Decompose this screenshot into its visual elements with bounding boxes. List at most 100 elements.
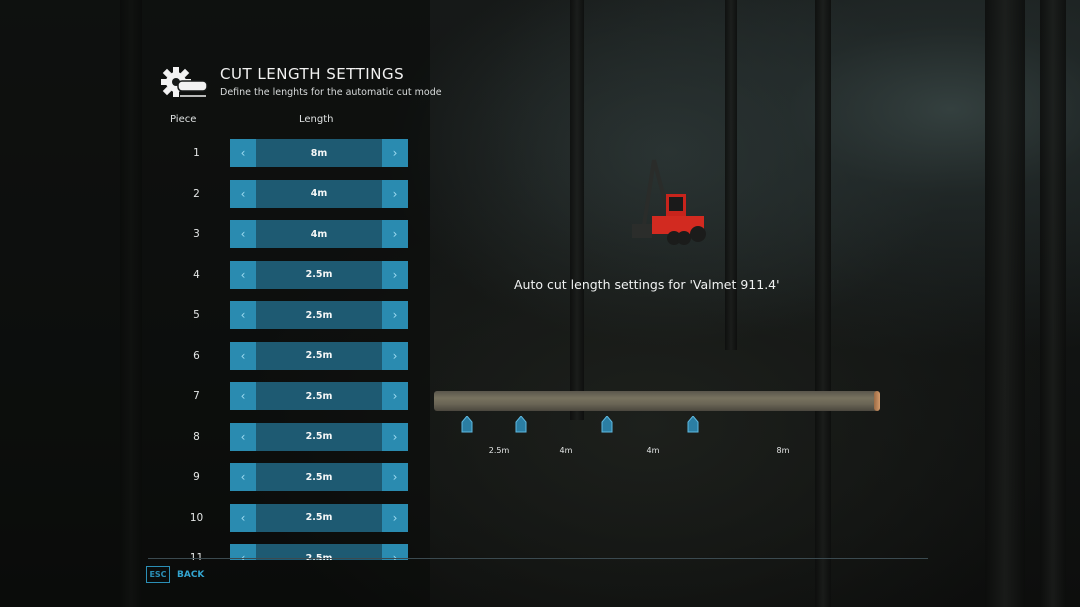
chevron-right-icon: › xyxy=(392,389,398,403)
decrease-length-button[interactable]: ‹ xyxy=(230,220,256,248)
chevron-left-icon: ‹ xyxy=(240,348,246,363)
increase-length-button[interactable]: › xyxy=(382,260,408,289)
piece-row: 8 ‹ 2.5m › xyxy=(160,422,410,451)
piece-number: 7 xyxy=(193,390,200,402)
increase-length-button[interactable]: › xyxy=(382,422,408,451)
chevron-left-icon: ‹ xyxy=(240,227,246,241)
decrease-length-button[interactable]: ‹ xyxy=(230,463,256,491)
page-header: CUT LENGTH SETTINGS Define the lenghts f… xyxy=(160,64,442,104)
gear-log-icon xyxy=(161,67,208,97)
length-value: 2.5m xyxy=(256,260,382,289)
piece-row: 4 ‹ 2.5m › xyxy=(160,260,410,289)
length-stepper[interactable]: ‹ 2.5m › xyxy=(230,382,408,410)
back-button[interactable]: BACK xyxy=(177,570,204,580)
piece-number: 1 xyxy=(193,147,200,159)
piece-row: 7 ‹ 2.5m › xyxy=(160,382,410,410)
increase-length-button[interactable]: › xyxy=(382,463,408,491)
length-stepper[interactable]: ‹ 2.5m › xyxy=(230,301,408,329)
piece-row: 6 ‹ 2.5m › xyxy=(160,341,410,370)
decrease-length-button[interactable]: ‹ xyxy=(230,260,256,289)
segment-length-label: 2.5m xyxy=(488,446,510,455)
chevron-left-icon: ‹ xyxy=(240,308,246,322)
chevron-left-icon: ‹ xyxy=(240,429,246,444)
decrease-length-button[interactable]: ‹ xyxy=(230,341,256,370)
chevron-right-icon: › xyxy=(392,470,398,484)
increase-length-button[interactable]: › xyxy=(382,503,408,532)
piece-row: 5 ‹ 2.5m › xyxy=(160,301,410,329)
piece-number: 6 xyxy=(193,349,200,362)
piece-number: 4 xyxy=(193,268,200,281)
piece-row: 9 ‹ 2.5m › xyxy=(160,463,410,491)
decrease-length-button[interactable]: ‹ xyxy=(230,301,256,329)
length-value: 2.5m xyxy=(256,463,382,491)
length-value: 2.5m xyxy=(256,422,382,451)
length-value: 2.5m xyxy=(256,503,382,532)
chevron-left-icon: ‹ xyxy=(240,146,246,160)
increase-length-button[interactable]: › xyxy=(382,139,408,167)
piece-number: 10 xyxy=(189,511,204,524)
log-preview xyxy=(434,391,880,411)
segment-length-label: 4m xyxy=(646,446,660,455)
piece-number: 2 xyxy=(193,187,200,200)
esc-key-badge[interactable]: ESC xyxy=(146,566,170,583)
length-stepper[interactable]: ‹ 2.5m › xyxy=(230,260,408,289)
chevron-right-icon: › xyxy=(392,348,398,363)
piece-list[interactable]: 1 ‹ 8m › 2 ‹ 4m › 3 ‹ 4m › 4 ‹ 2.5m › 5 … xyxy=(0,130,430,560)
decrease-length-button[interactable]: ‹ xyxy=(230,422,256,451)
chevron-left-icon: ‹ xyxy=(240,470,246,484)
cut-marker-icon xyxy=(601,415,613,433)
chevron-right-icon: › xyxy=(392,146,398,160)
length-stepper[interactable]: ‹ 2.5m › xyxy=(230,503,408,532)
length-stepper[interactable]: ‹ 2.5m › xyxy=(230,463,408,491)
increase-length-button[interactable]: › xyxy=(382,220,408,248)
chevron-right-icon: › xyxy=(392,510,398,525)
page-title: CUT LENGTH SETTINGS xyxy=(220,65,405,83)
cut-marker-icon xyxy=(461,415,473,433)
length-stepper[interactable]: ‹ 8m › xyxy=(230,139,408,167)
piece-row: 10 ‹ 2.5m › xyxy=(160,503,410,532)
cut-marker-icon xyxy=(687,415,699,433)
cut-marker-icon xyxy=(515,415,527,433)
column-header-piece: Piece xyxy=(170,114,197,125)
length-value: 2.5m xyxy=(256,382,382,410)
length-stepper[interactable]: ‹ 4m › xyxy=(230,179,408,208)
chevron-right-icon: › xyxy=(392,186,398,201)
chevron-right-icon: › xyxy=(392,429,398,444)
footer-divider xyxy=(148,558,928,559)
harvester-image xyxy=(622,150,712,255)
chevron-right-icon: › xyxy=(392,267,398,282)
length-stepper[interactable]: ‹ 2.5m › xyxy=(230,341,408,370)
length-stepper[interactable]: ‹ 2.5m › xyxy=(230,422,408,451)
piece-number: 8 xyxy=(193,430,200,443)
chevron-left-icon: ‹ xyxy=(240,267,246,282)
log-cut-end xyxy=(874,391,880,411)
increase-length-button[interactable]: › xyxy=(382,382,408,410)
length-value: 2.5m xyxy=(256,341,382,370)
length-value: 4m xyxy=(256,179,382,208)
piece-number: 3 xyxy=(193,228,200,240)
length-value: 2.5m xyxy=(256,301,382,329)
chevron-left-icon: ‹ xyxy=(240,510,246,525)
length-value: 4m xyxy=(256,220,382,248)
segment-length-label: 8m xyxy=(776,446,790,455)
decrease-length-button[interactable]: ‹ xyxy=(230,503,256,532)
piece-row: 1 ‹ 8m › xyxy=(160,139,410,167)
decrease-length-button[interactable]: ‹ xyxy=(230,139,256,167)
column-header-length: Length xyxy=(299,114,334,125)
piece-number: 5 xyxy=(193,309,200,321)
chevron-right-icon: › xyxy=(392,308,398,322)
preview-caption: Auto cut length settings for 'Valmet 911… xyxy=(514,277,780,292)
length-stepper[interactable]: ‹ 4m › xyxy=(230,220,408,248)
segment-length-label: 4m xyxy=(559,446,573,455)
increase-length-button[interactable]: › xyxy=(382,341,408,370)
piece-row: 2 ‹ 4m › xyxy=(160,179,410,208)
decrease-length-button[interactable]: ‹ xyxy=(230,382,256,410)
piece-number: 9 xyxy=(193,471,200,483)
length-value: 8m xyxy=(256,139,382,167)
chevron-right-icon: › xyxy=(392,227,398,241)
decrease-length-button[interactable]: ‹ xyxy=(230,179,256,208)
increase-length-button[interactable]: › xyxy=(382,179,408,208)
increase-length-button[interactable]: › xyxy=(382,301,408,329)
chevron-left-icon: ‹ xyxy=(240,186,246,201)
piece-row: 3 ‹ 4m › xyxy=(160,220,410,248)
